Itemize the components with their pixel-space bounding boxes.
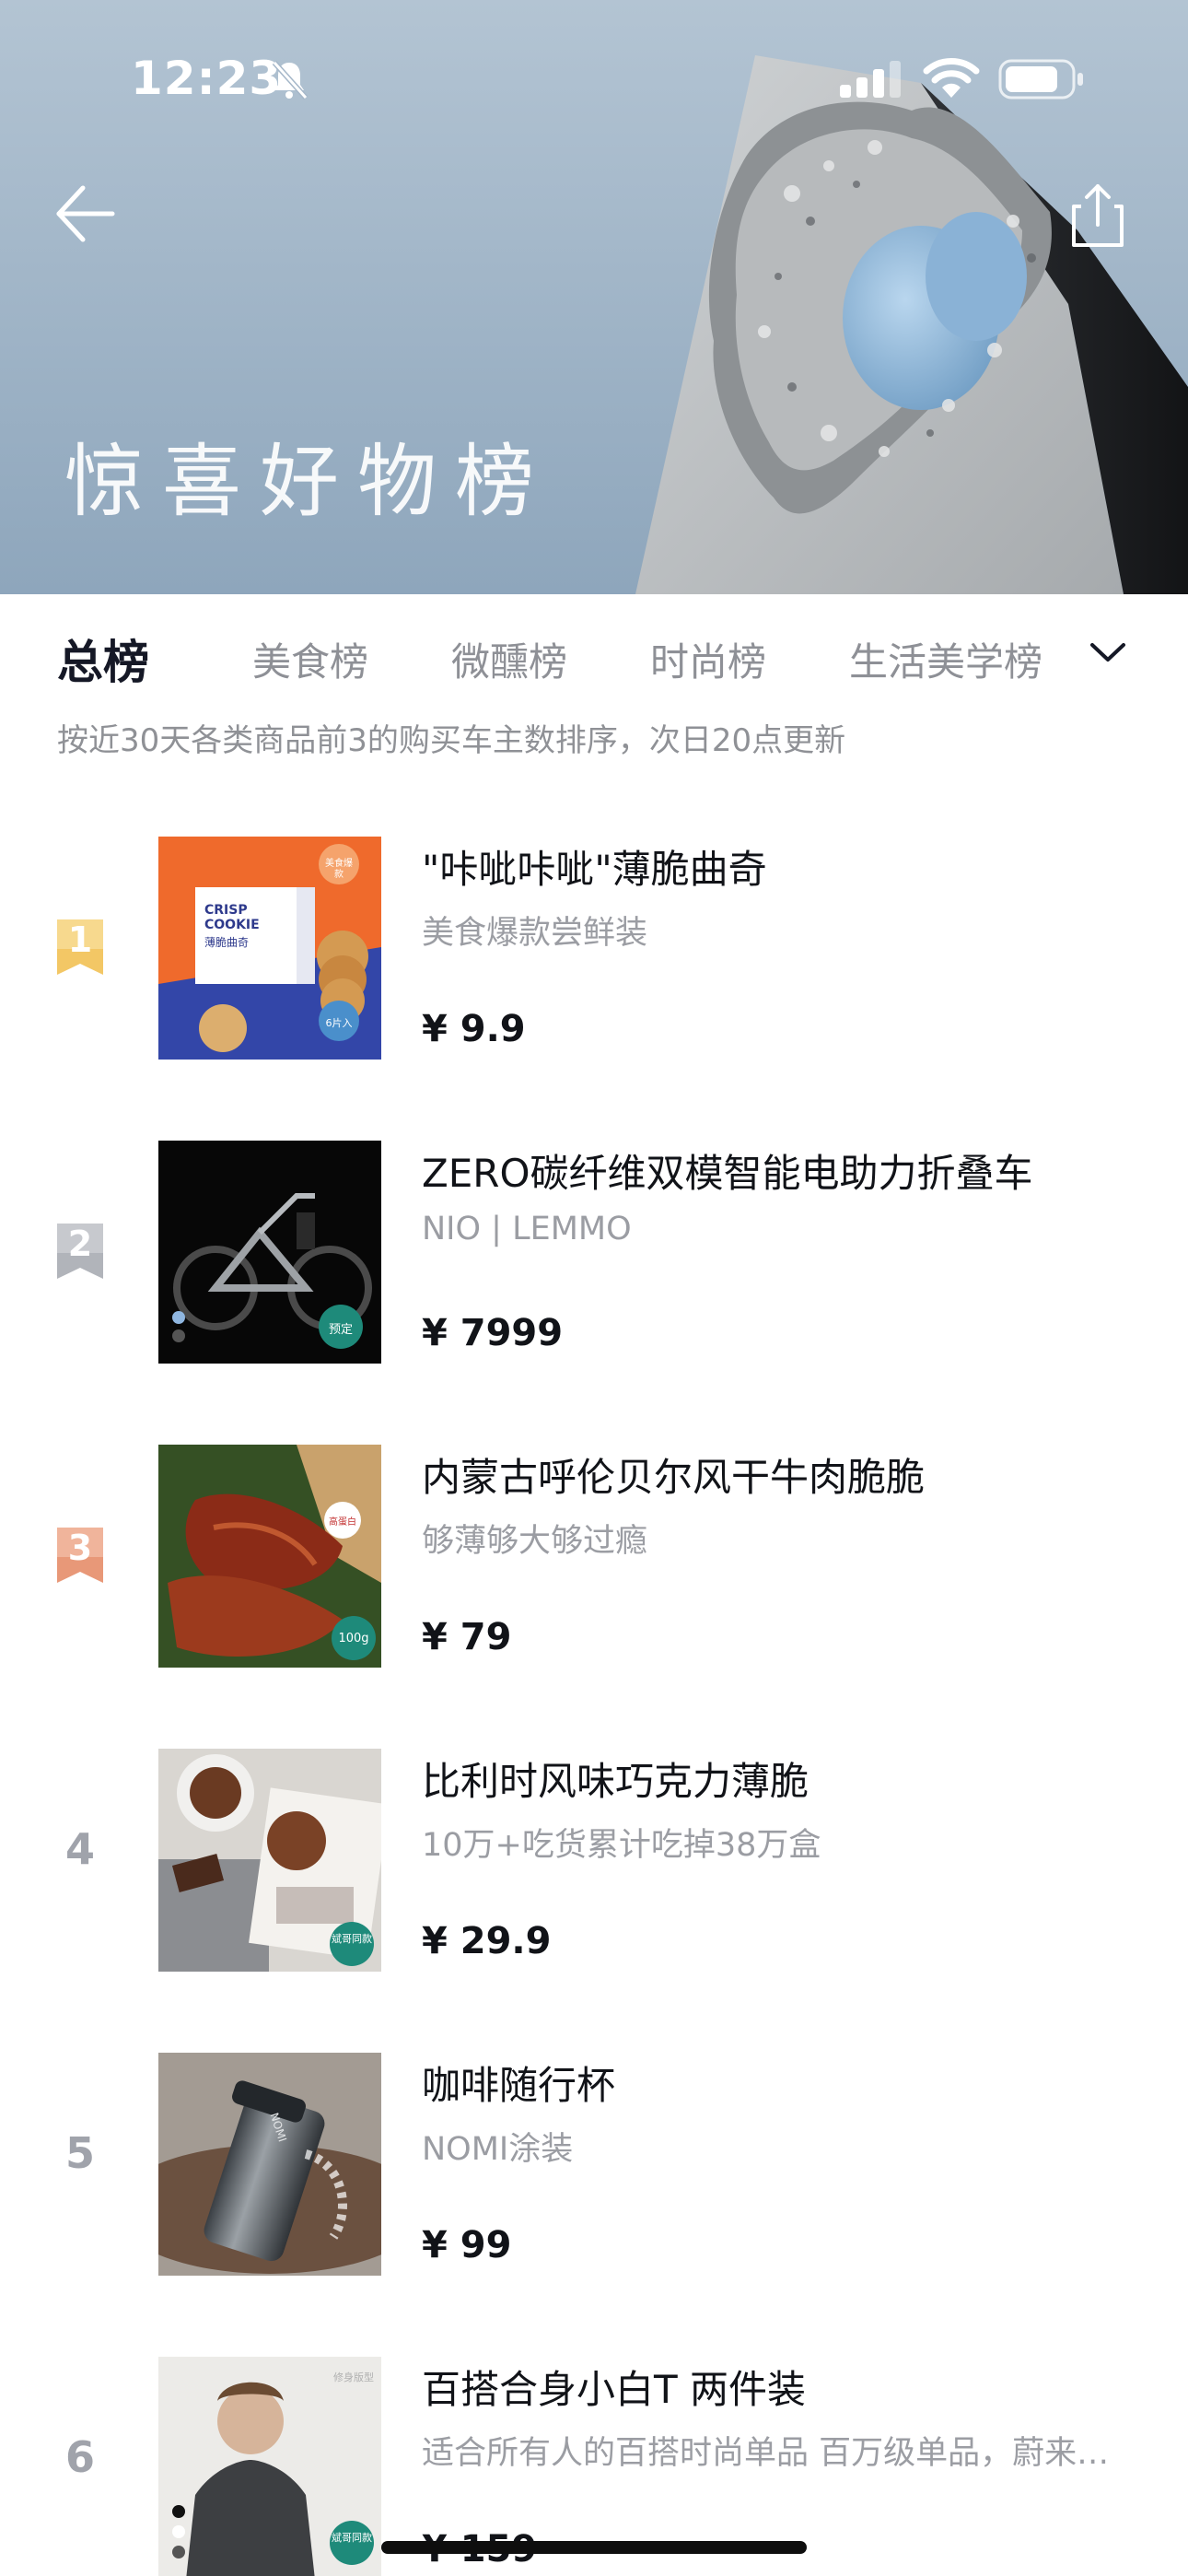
product-image: 修身版型 斌哥同款 xyxy=(158,2357,381,2576)
thumb-tag: 6片入 xyxy=(325,1017,353,1029)
rank-number: 2 xyxy=(67,1224,93,1264)
rank-number: 6 xyxy=(64,2432,95,2482)
back-arrow-icon[interactable] xyxy=(48,177,122,251)
rank-number: 4 xyxy=(64,1824,95,1874)
list-item[interactable]: 3 高蛋白 100g 内蒙古呼伦贝尔风干牛肉脆脆 够薄够大够过瘾 ¥ 79 xyxy=(0,1432,1188,1736)
product-image: NOMI xyxy=(158,2053,381,2276)
category-tabs: 总榜 美食榜 微醺榜 时尚榜 生活美学榜 xyxy=(0,608,1188,709)
tab-drinks[interactable]: 微醺榜 xyxy=(451,608,567,709)
thumb-tag: 100g xyxy=(338,1632,369,1645)
thumb-text-crisp: CRISP xyxy=(204,903,248,918)
list-item[interactable]: 4 斌哥同款 比利时风味巧克力薄脆 10万+吃货累计吃掉38万盒 ¥ 29.9 xyxy=(0,1736,1188,2040)
product-image: CRISP COOKIE 薄脆曲奇 美食爆款 6片入 xyxy=(158,837,381,1060)
tab-food[interactable]: 美食榜 xyxy=(252,608,368,709)
list-item[interactable]: 5 NOMI 咖啡随行杯 NOMI涂装 ¥ 99 xyxy=(0,2040,1188,2344)
product-name: 百搭合身小白T 两件装 xyxy=(422,2367,807,2412)
thumb-tag: 斌哥同款 xyxy=(332,1933,372,1945)
tab-overall[interactable]: 总榜 xyxy=(57,608,149,709)
product-name: 咖啡随行杯 xyxy=(422,2063,616,2108)
product-description: 10万+吃货累计吃掉38万盒 xyxy=(422,1827,821,1864)
rank-number: 1 xyxy=(67,919,93,960)
product-description: NIO | LEMMO xyxy=(422,1211,632,1247)
list-item[interactable]: 2 预定 ZERO碳纤维双模智能电助力折叠车 NIO | LEMMO ¥ 799… xyxy=(0,1128,1188,1432)
thumb-corner-label: 美食爆款 xyxy=(325,859,353,880)
product-price: ¥ 79 xyxy=(422,1616,512,1658)
product-name: 内蒙古呼伦贝尔风干牛肉脆脆 xyxy=(422,1455,926,1500)
thumb-tag: 斌哥同款 xyxy=(332,2532,372,2544)
product-price: ¥ 9.9 xyxy=(422,1008,526,1050)
product-name: 比利时风味巧克力薄脆 xyxy=(422,1759,809,1804)
home-indicator[interactable] xyxy=(381,2541,807,2554)
product-price: ¥ 99 xyxy=(422,2224,512,2266)
thumb-text-cookie: COOKIE xyxy=(204,918,260,932)
status-time: 12:23 xyxy=(131,52,283,105)
product-name: "咔呲咔呲"薄脆曲奇 xyxy=(422,847,767,892)
product-description: 够薄够大够过瘾 xyxy=(422,1523,648,1560)
rank-number: 5 xyxy=(64,2128,95,2178)
product-price: ¥ 29.9 xyxy=(422,1920,552,1962)
wifi-icon xyxy=(923,58,980,98)
battery-icon xyxy=(998,59,1083,100)
product-description: NOMI涂装 xyxy=(422,2131,574,2168)
thumb-tag: 预定 xyxy=(328,1323,353,1337)
thumb-text-sub: 薄脆曲奇 xyxy=(204,936,250,949)
product-name: ZERO碳纤维双模智能电助力折叠车 xyxy=(422,1151,1033,1196)
chevron-down-icon[interactable] xyxy=(1085,630,1131,676)
product-description: 适合所有人的百搭时尚单品 百万级单品，蔚来… xyxy=(422,2435,1110,2472)
thumb-corner-label: 修身版型 xyxy=(333,2371,374,2383)
ranking-description: 按近30天各类商品前3的购买车主数排序，次日20点更新 xyxy=(57,722,846,759)
product-price: ¥ 7999 xyxy=(422,1312,564,1354)
thumb-corner-label: 高蛋白 xyxy=(329,1517,356,1528)
rank-number: 3 xyxy=(67,1528,93,1568)
hero-banner: 12:23 惊喜好物榜 xyxy=(0,0,1188,594)
bell-muted-icon xyxy=(272,60,309,100)
cellular-signal-icon xyxy=(840,61,901,98)
product-image: 预定 xyxy=(158,1141,381,1364)
product-description: 美食爆款尝鲜装 xyxy=(422,915,648,952)
tab-lifestyle[interactable]: 生活美学榜 xyxy=(849,608,1042,709)
list-item[interactable]: 1 CRISP COOKIE 薄脆曲奇 美食爆款 6片入 "咔呲咔呲"薄脆曲奇 … xyxy=(0,824,1188,1128)
page-title: 惊喜好物榜 xyxy=(64,436,553,528)
product-image: 高蛋白 100g xyxy=(158,1445,381,1668)
tab-fashion[interactable]: 时尚榜 xyxy=(650,608,766,709)
product-image: 斌哥同款 xyxy=(158,1749,381,1972)
share-icon[interactable] xyxy=(1061,179,1135,252)
